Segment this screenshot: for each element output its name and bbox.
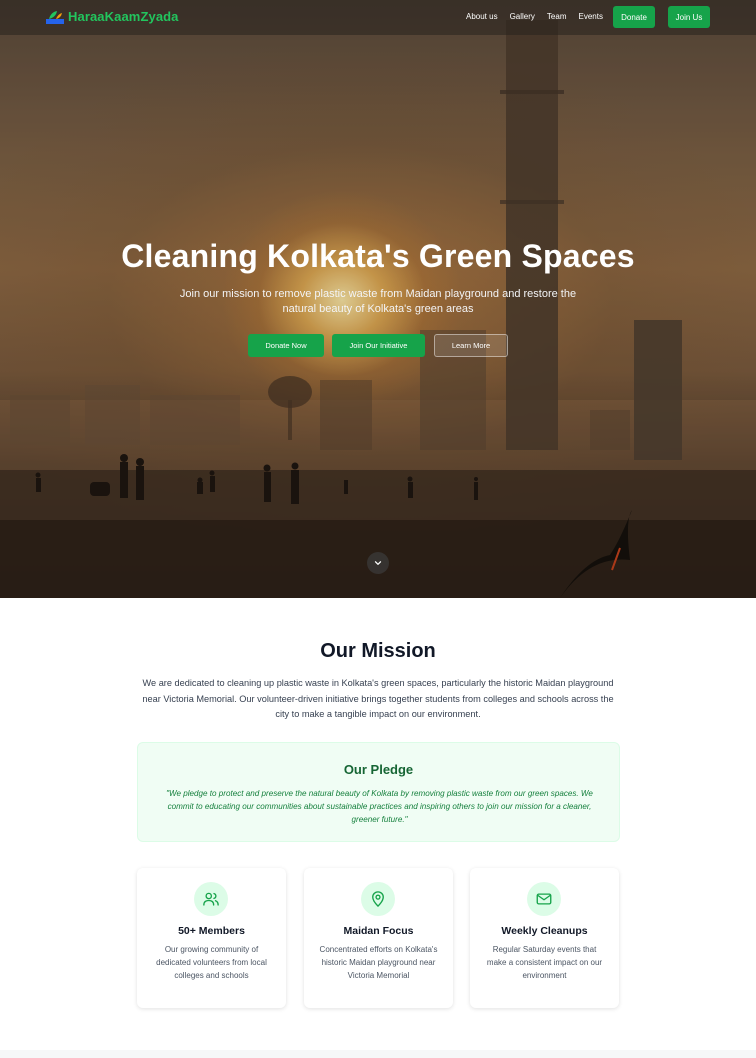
feature-title: Weekly Cleanups: [501, 925, 588, 937]
brand-link[interactable]: HaraaKaamZyada: [46, 9, 179, 24]
scroll-down-button[interactable]: [367, 552, 389, 574]
nav-link-team[interactable]: Team: [547, 12, 567, 21]
pledge-text: "We pledge to protect and preserve the n…: [166, 789, 593, 824]
nav-links: About us Gallery Team Events: [466, 12, 615, 21]
nav-link-about[interactable]: About us: [466, 12, 498, 21]
hero-title: Cleaning Kolkata's Green Spaces: [121, 238, 635, 274]
chevron-down-icon: [374, 561, 382, 565]
feature-icon-container: [361, 882, 395, 916]
leaf-logo-icon: [46, 10, 64, 24]
users-icon: [203, 892, 219, 906]
mission-title: Our Mission: [320, 640, 436, 662]
join-initiative-button[interactable]: Join Our Initiative: [332, 334, 425, 357]
feature-title: Maidan Focus: [343, 925, 414, 937]
mission-text: We are dedicated to cleaning up plastic …: [142, 678, 614, 719]
hero-section: Cleaning Kolkata's Green Spaces Join our…: [0, 0, 756, 598]
nav-link-gallery[interactable]: Gallery: [510, 12, 535, 21]
hero-subtitle: Join our mission to remove plastic waste…: [179, 288, 577, 315]
donate-now-button[interactable]: Donate Now: [248, 334, 324, 357]
pledge-box: Our Pledge "We pledge to protect and pre…: [137, 742, 620, 842]
pledge-title: Our Pledge: [343, 762, 414, 777]
brand-name: HaraaKaamZyada: [68, 9, 179, 24]
mail-icon: [536, 893, 552, 905]
feature-card-maidan: Maidan Focus Concentrated efforts on Kol…: [304, 868, 453, 1008]
feature-title: 50+ Members: [178, 925, 245, 937]
feature-text: Our growing community of dedicated volun…: [156, 945, 267, 980]
feature-card-cleanups: Weekly Cleanups Regular Saturday events …: [470, 868, 619, 1008]
feature-text: Concentrated efforts on Kolkata's histor…: [319, 945, 438, 980]
next-section-edge: [0, 1050, 756, 1058]
map-pin-icon: [372, 891, 384, 907]
feature-icon-container: [194, 882, 228, 916]
navbar: HaraaKaamZyada About us Gallery Team Eve…: [0, 0, 756, 35]
feature-icon-container: [527, 882, 561, 916]
join-us-button[interactable]: Join Us: [668, 6, 710, 28]
feature-card-members: 50+ Members Our growing community of ded…: [137, 868, 286, 1008]
learn-more-button[interactable]: Learn More: [434, 334, 508, 357]
feature-text: Regular Saturday events that make a cons…: [486, 945, 603, 980]
donate-button[interactable]: Donate: [613, 6, 655, 28]
nav-link-events[interactable]: Events: [578, 12, 602, 21]
